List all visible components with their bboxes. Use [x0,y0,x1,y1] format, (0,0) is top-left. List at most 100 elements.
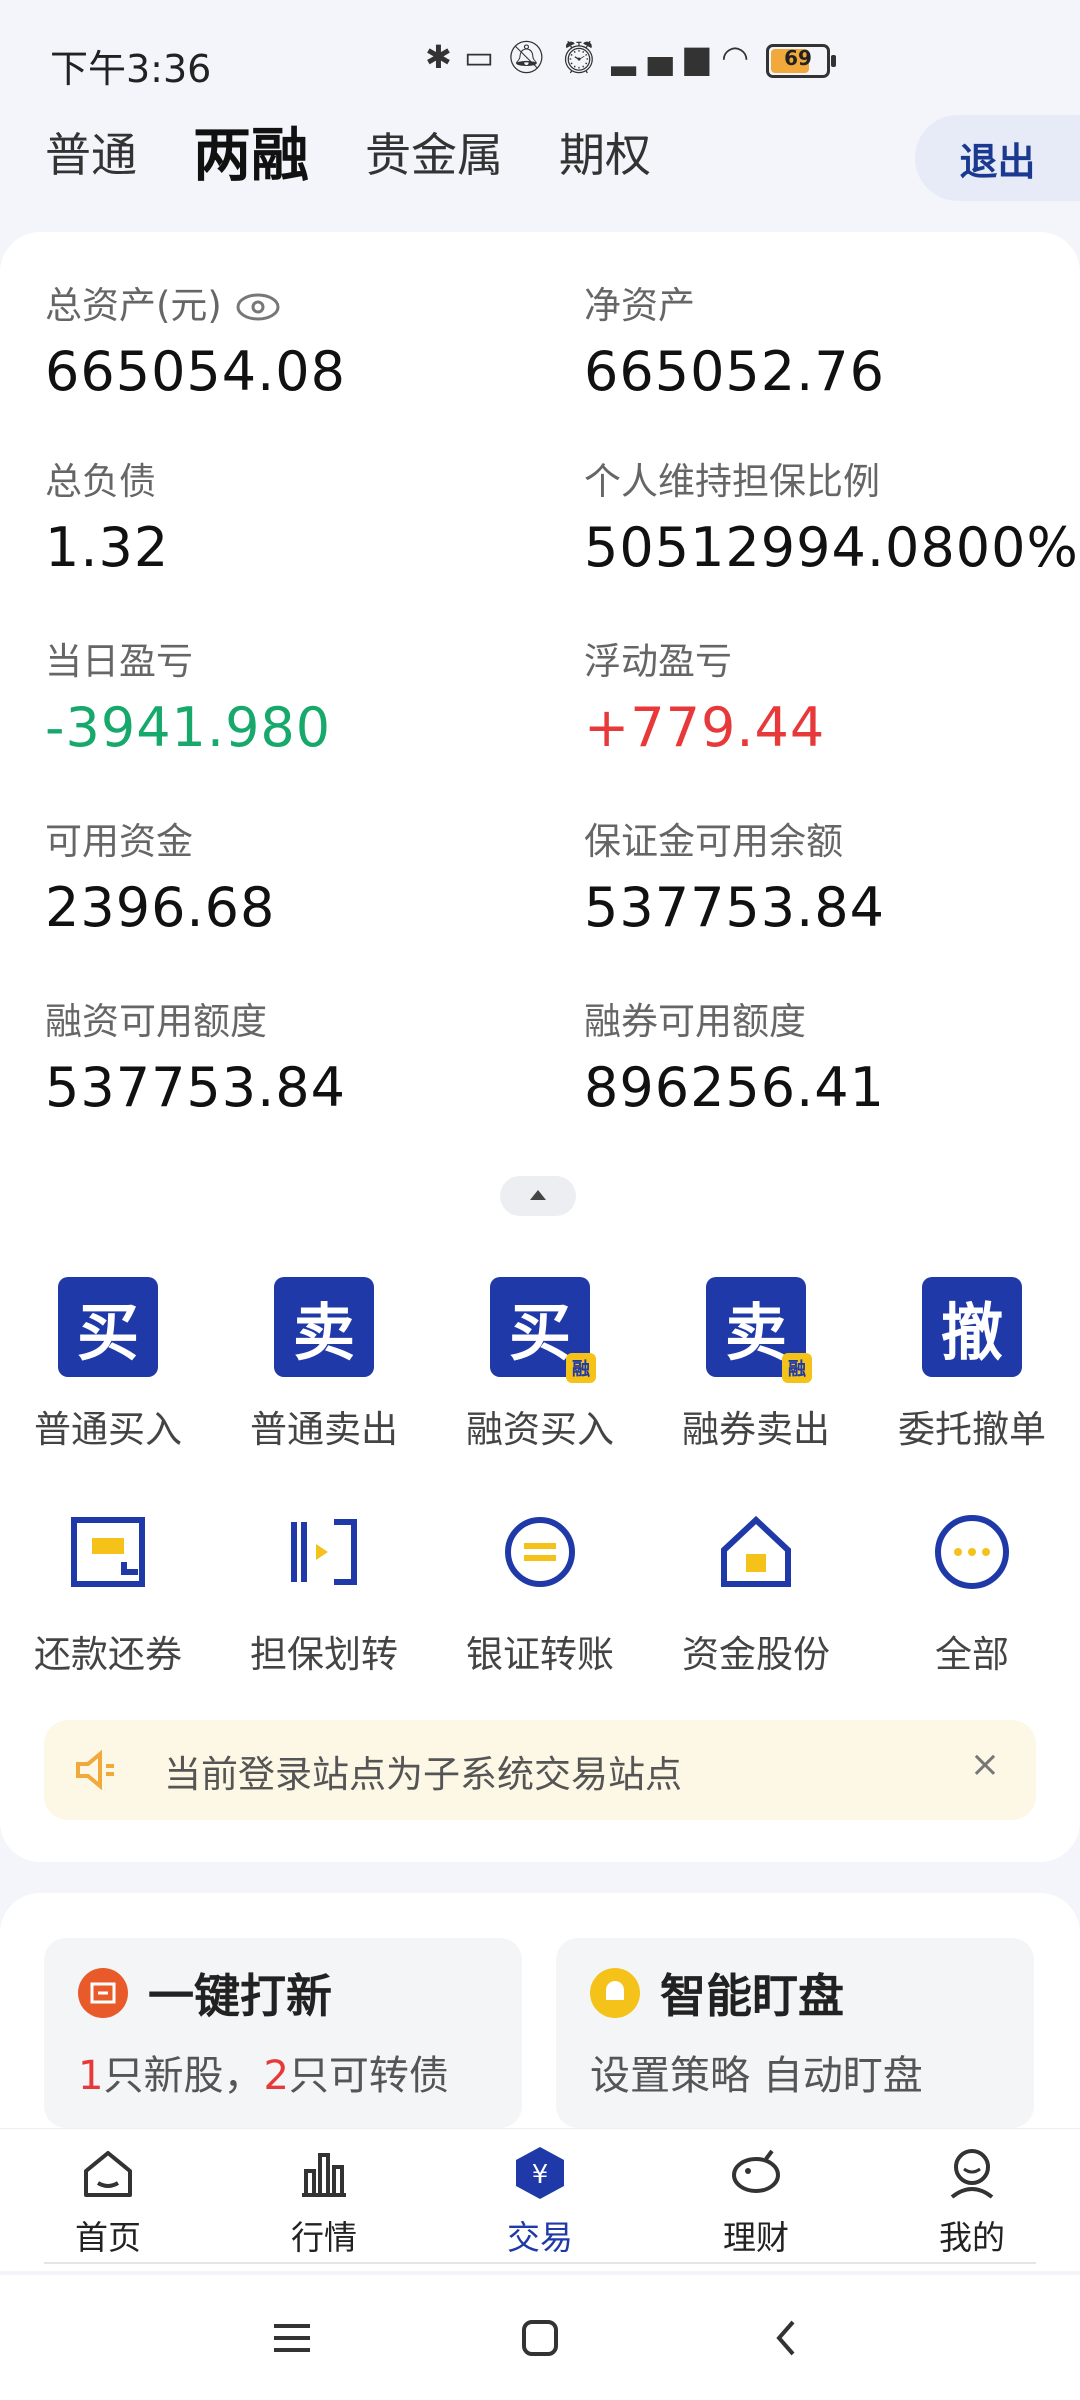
back-icon[interactable] [726,2275,846,2400]
nav-label: 首页 [75,2218,141,2257]
tab-normal[interactable]: 普通 [45,115,137,195]
home-button-icon[interactable] [480,2275,600,2400]
daily-pnl-value: -3941.980 [45,696,332,759]
logout-button[interactable]: 退出 [915,115,1080,201]
securities-lending-limit-value: 896256.41 [584,1056,886,1119]
nav-market[interactable]: 行情 [216,2143,432,2259]
daily-pnl-label: 当日盈亏 [45,640,193,683]
margin-buy-icon: 买融 [490,1277,596,1383]
metric-available-funds: 可用资金 2396.68 [45,810,275,939]
trade-icon: ¥ [516,2147,564,2199]
short-sell-icon: 卖融 [706,1277,812,1383]
securities-lending-limit-label: 融券可用额度 [584,1000,806,1043]
metric-financing-limit: 融资可用额度 537753.84 [45,990,346,1119]
system-nav-bar [0,2275,1080,2400]
speaker-icon [74,1748,118,1796]
action-label: 银证转账 [466,1633,614,1676]
status-time: 下午3:36 [50,47,212,91]
total-liabilities-label: 总负债 [45,460,156,503]
tab-precious-metals[interactable]: 贵金属 [365,115,503,195]
financing-limit-value: 537753.84 [45,1056,347,1119]
account-summary-card: 总资产(元) 665054.08 净资产 665052.76 总负债 1.32 … [0,232,1080,1862]
action-label: 还款还券 [34,1633,182,1676]
margin-available-value: 537753.84 [584,876,886,939]
action-margin-buy[interactable]: 买融 融资买入 [432,1277,648,1453]
notice-text: 当前登录站点为子系统交易站点 [164,1753,682,1796]
action-short-sell[interactable]: 卖融 融券卖出 [648,1277,864,1453]
margin-badge: 融 [566,1353,596,1383]
more-icon [922,1502,1022,1602]
chart-icon [302,2153,346,2197]
action-collateral-transfer[interactable]: 担保划转 [216,1502,432,1678]
metric-floating-pnl: 浮动盈亏 +779.44 [584,630,825,759]
ipo-promo[interactable]: 一键打新 1只新股，2只可转债 [44,1938,522,2128]
svg-text:¥: ¥ [532,2160,549,2190]
repay-icon [58,1502,158,1602]
floating-pnl-value: +779.44 [584,696,826,759]
smart-watch-subtitle: 设置策略 自动盯盘 [590,2053,923,2099]
vibrate-icon: ▭ [463,38,507,76]
funds-shares-icon [706,1502,806,1602]
nav-wealth[interactable]: 理财 [648,2143,864,2259]
action-label: 全部 [935,1633,1009,1676]
bottom-nav: 首页 行情 ¥ 交易 理财 我的 [0,2128,1080,2271]
menu-icon[interactable] [232,2275,352,2400]
action-funds-shares[interactable]: 资金股份 [648,1502,864,1678]
close-icon[interactable]: × [970,1744,1000,1785]
total-assets-label: 总资产(元) [45,284,222,327]
ipo-title: 一键打新 [148,1969,332,2023]
action-label: 普通卖出 [250,1408,398,1451]
margin-badge: 融 [782,1353,812,1383]
metric-daily-pnl: 当日盈亏 -3941.980 [45,630,331,759]
mute-icon: 🔕︎ [506,38,559,76]
metric-maintenance-ratio: 个人维持担保比例 50512994.0800% [584,450,1079,579]
bluetooth-icon: ✱ [425,38,464,76]
nav-profile[interactable]: 我的 [864,2143,1080,2259]
available-funds-value: 2396.68 [45,876,276,939]
collapse-button[interactable] [500,1176,576,1216]
nav-divider [44,2262,1036,2264]
financing-limit-label: 融资可用额度 [45,1000,267,1043]
sell-icon: 卖 [274,1277,374,1377]
action-repay[interactable]: 还款还券 [0,1502,216,1678]
bank-transfer-icon [490,1502,590,1602]
profile-icon [950,2149,994,2199]
ipo-icon [78,1968,128,2018]
smart-watch-promo[interactable]: 智能盯盘 设置策略 自动盯盘 [556,1938,1034,2128]
total-liabilities-value: 1.32 [45,516,170,579]
action-bank-transfer[interactable]: 银证转账 [432,1502,648,1678]
tab-margin[interactable]: 两融 [193,115,309,195]
battery-icon: 69 [766,44,836,78]
action-label: 融资买入 [466,1408,614,1451]
nav-label: 理财 [723,2218,789,2257]
nav-label: 行情 [291,2218,357,2257]
net-assets-value: 665052.76 [584,340,886,403]
maintenance-ratio-value: 50512994.0800% [584,516,1079,579]
action-label: 普通买入 [34,1408,182,1451]
piggy-bank-icon [732,2149,780,2193]
action-cancel-order[interactable]: 撤 委托撤单 [864,1277,1080,1453]
status-icons: ✱▭🔕︎⏰︎▂▄▆◠ [425,38,761,76]
tab-options[interactable]: 期权 [559,115,651,195]
action-label: 资金股份 [682,1633,830,1676]
smart-watch-title: 智能盯盘 [660,1969,844,2023]
net-assets-label: 净资产 [584,284,695,327]
cancel-icon: 撤 [922,1277,1022,1377]
action-normal-buy[interactable]: 买 普通买入 [0,1277,216,1453]
action-normal-sell[interactable]: 卖 普通卖出 [216,1277,432,1453]
nav-trade[interactable]: ¥ 交易 [432,2143,648,2259]
tool-actions: 还款还券 担保划转 银证转账 资金股份 全部 [0,1502,1080,1678]
available-funds-label: 可用资金 [45,820,193,863]
metric-margin-available: 保证金可用余额 537753.84 [584,810,885,939]
eye-icon[interactable] [236,288,280,321]
action-label: 融券卖出 [682,1408,830,1451]
wifi-icon: ◠ [721,38,762,76]
home-icon [84,2151,132,2197]
metric-net-assets: 净资产 665052.76 [584,274,885,403]
ipo-subtitle: 1只新股，2只可转债 [78,2053,449,2099]
nav-home[interactable]: 首页 [0,2143,216,2259]
metric-total-assets: 总资产(元) 665054.08 [45,274,346,403]
transfer-collateral-icon [274,1502,374,1602]
action-all[interactable]: 全部 [864,1502,1080,1678]
nav-label: 交易 [507,2218,573,2257]
